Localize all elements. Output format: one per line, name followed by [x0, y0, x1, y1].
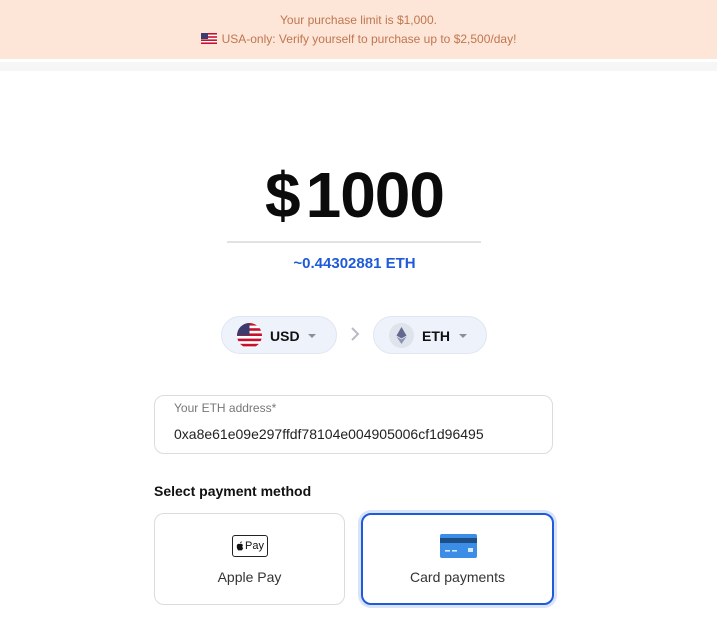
apple-logo-icon [236, 541, 244, 551]
apple-pay-label: Apple Pay [217, 569, 282, 585]
ethereum-icon [389, 323, 414, 348]
amount-value: 1000 [305, 159, 445, 231]
amount-underline [227, 241, 481, 243]
chevron-right-icon [351, 327, 360, 341]
us-flag-icon [200, 33, 217, 44]
card-payments-option[interactable]: Card payments [361, 513, 554, 605]
payment-method-title: Select payment method [154, 483, 312, 499]
verify-notice: USA-only: Verify yourself to purchase up… [0, 32, 717, 46]
section-divider [0, 62, 717, 71]
currency-symbol: $ [265, 159, 301, 231]
eth-address-field[interactable]: Your ETH address* [154, 395, 553, 454]
purchase-limit-text: Your purchase limit is $1,000. [280, 13, 437, 27]
eth-address-label: Your ETH address* [174, 401, 277, 415]
apple-pay-icon-text: Pay [245, 540, 264, 552]
us-flag-icon [237, 323, 262, 348]
crypto-equivalent: ~0.44302881 ETH [293, 255, 416, 272]
to-currency-label: ETH [422, 328, 450, 344]
amount-display[interactable]: $1000 [228, 160, 481, 230]
apple-pay-icon: Pay [232, 535, 268, 557]
card-payments-label: Card payments [410, 569, 505, 585]
eth-address-input[interactable] [174, 426, 534, 442]
chevron-down-icon [308, 334, 316, 338]
from-currency-selector[interactable]: USD [221, 316, 337, 354]
to-currency-selector[interactable]: ETH [373, 316, 487, 354]
from-currency-label: USD [270, 328, 300, 344]
apple-pay-option[interactable]: Pay Apple Pay [154, 513, 345, 605]
chevron-down-icon [459, 334, 467, 338]
purchase-limit-banner: Your purchase limit is $1,000. USA-only:… [0, 0, 717, 59]
verify-notice-text: USA-only: Verify yourself to purchase up… [221, 32, 517, 46]
credit-card-icon [440, 534, 477, 558]
